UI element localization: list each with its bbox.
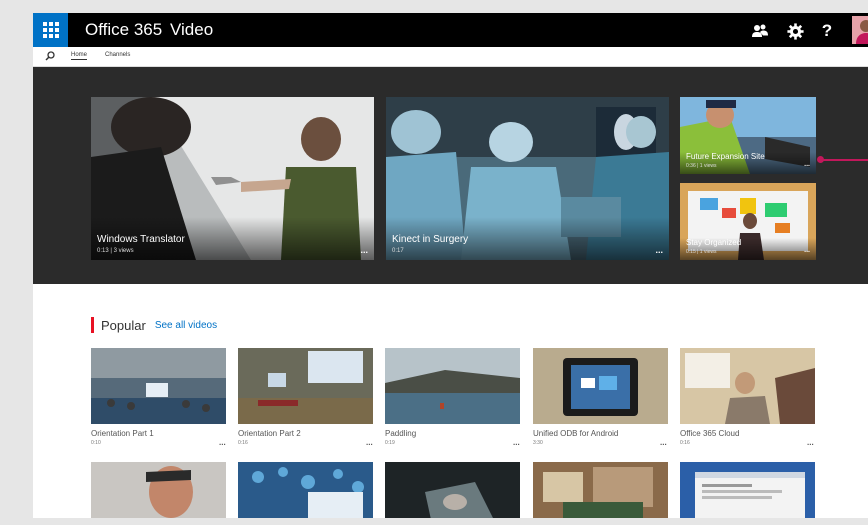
video-thumbnail (680, 348, 815, 424)
waffle-icon (42, 22, 59, 38)
video-duration: 3:30 (533, 440, 543, 446)
video-title[interactable]: Orientation Part 2 (238, 429, 301, 438)
tab-channels[interactable]: Channels (105, 52, 130, 58)
app-frame: Office 365 Video ? Home Channels Windows… (33, 13, 868, 518)
search-icon[interactable] (45, 51, 55, 61)
video-thumbnail (91, 348, 226, 424)
more-options-button[interactable]: ... (360, 245, 368, 255)
more-options-button[interactable]: ... (807, 438, 814, 447)
video-duration: 0:19 (385, 440, 395, 446)
video-thumbnail (680, 462, 815, 518)
tile-meta: 0:15 | 1 views (686, 249, 717, 255)
video-card-thumbnail[interactable] (91, 462, 226, 518)
featured-videos: Windows Translator 0:13 | 3 views ... Ki (33, 67, 868, 284)
tile-meta: 0:13 | 3 views (97, 248, 134, 254)
video-duration: 0:16 (680, 440, 690, 446)
video-card-thumbnail[interactable] (680, 348, 815, 424)
more-options-button[interactable]: ... (804, 161, 810, 168)
more-options-button[interactable]: ... (660, 438, 667, 447)
video-thumbnail (91, 462, 226, 518)
annotation-pointer-dot (817, 156, 824, 163)
tile-title: Future Expansion Site (686, 152, 765, 161)
video-duration: 0:10 (91, 440, 101, 446)
video-title[interactable]: Orientation Part 1 (91, 429, 154, 438)
video-card-thumbnail[interactable] (385, 348, 520, 424)
featured-tile-windows-translator[interactable]: Windows Translator 0:13 | 3 views ... (91, 97, 374, 260)
video-card-thumbnail[interactable] (680, 462, 815, 518)
video-card-thumbnail[interactable] (238, 462, 373, 518)
sub-navigation: Home Channels (33, 47, 868, 67)
section-title: Popular (101, 317, 146, 333)
video-duration: 0:16 (238, 440, 248, 446)
featured-tile-future-expansion-site[interactable]: Future Expansion Site 0:36 | 1 views ... (680, 97, 816, 174)
more-options-button[interactable]: ... (513, 438, 520, 447)
see-all-videos-link[interactable]: See all videos (155, 320, 217, 331)
video-thumbnail (533, 348, 668, 424)
more-options-button[interactable]: ... (366, 438, 373, 447)
video-card-thumbnail[interactable] (533, 348, 668, 424)
people-icon[interactable] (750, 21, 770, 41)
video-card-thumbnail[interactable] (238, 348, 373, 424)
help-icon[interactable]: ? (817, 21, 837, 41)
featured-tile-kinect-in-surgery[interactable]: Kinect in Surgery 0:17 ... (386, 97, 669, 260)
video-card-thumbnail[interactable] (385, 462, 520, 518)
video-thumbnail (385, 462, 520, 518)
video-title[interactable]: Unified ODB for Android (533, 429, 618, 438)
app-launcher-button[interactable] (33, 13, 68, 47)
video-title[interactable]: Paddling (385, 429, 416, 438)
tile-title: Kinect in Surgery (392, 234, 469, 245)
gear-icon[interactable] (785, 21, 805, 41)
more-options-button[interactable]: ... (655, 245, 663, 255)
avatar[interactable] (852, 16, 868, 44)
video-thumbnail (238, 348, 373, 424)
tile-title: Stay Organized (686, 238, 742, 247)
app-name[interactable]: Office 365 (85, 20, 162, 40)
tile-meta: 0:17 (392, 248, 404, 254)
tile-title: Windows Translator (97, 234, 185, 245)
featured-tile-stay-organized[interactable]: Stay Organized 0:15 | 1 views ... (680, 183, 816, 260)
more-options-button[interactable]: ... (219, 438, 226, 447)
video-card-thumbnail[interactable] (91, 348, 226, 424)
annotation-pointer (821, 159, 868, 161)
video-title[interactable]: Office 365 Cloud (680, 429, 739, 438)
video-card-thumbnail[interactable] (533, 462, 668, 518)
section-title[interactable]: Video (170, 20, 213, 40)
video-thumbnail (385, 348, 520, 424)
more-options-button[interactable]: ... (804, 247, 810, 254)
popular-section-header: Popular See all videos (91, 317, 217, 333)
tile-meta: 0:36 | 1 views (686, 163, 717, 169)
tab-home[interactable]: Home (71, 52, 88, 60)
video-thumbnail (533, 462, 668, 518)
top-bar: Office 365 Video ? (33, 13, 868, 47)
section-accent-bar (91, 317, 94, 333)
video-thumbnail (238, 462, 373, 518)
